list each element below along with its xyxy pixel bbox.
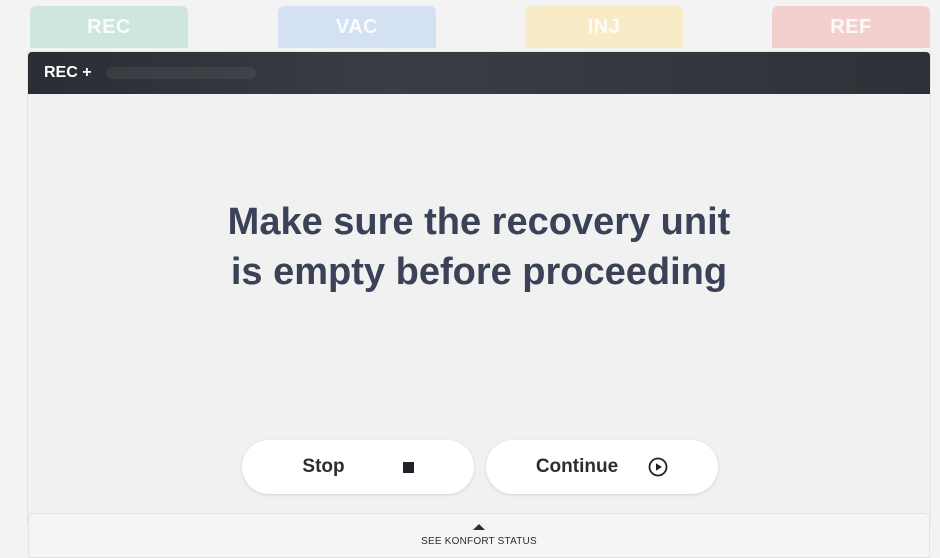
- instruction-message: Make sure the recovery unit is empty bef…: [28, 197, 930, 297]
- play-circle-icon: [648, 457, 668, 477]
- main-panel: REC + Make sure the recovery unit is emp…: [28, 52, 930, 522]
- stop-button[interactable]: Stop: [242, 440, 474, 494]
- message-line-2: is empty before proceeding: [230, 251, 728, 293]
- caret-up-icon: [473, 524, 485, 530]
- tab-rec[interactable]: REC: [30, 6, 188, 48]
- status-bar-label: SEE KONFORT STATUS: [421, 536, 537, 547]
- panel-header: REC +: [28, 52, 930, 94]
- tab-vac[interactable]: VAC: [278, 6, 436, 48]
- tab-inj[interactable]: INJ: [525, 6, 683, 48]
- mode-tabs: REC VAC INJ REF: [0, 0, 940, 50]
- stop-button-label: Stop: [302, 456, 345, 477]
- stop-icon: [402, 461, 414, 473]
- konfort-status-bar[interactable]: SEE KONFORT STATUS: [28, 513, 930, 558]
- continue-button[interactable]: Continue: [486, 440, 718, 494]
- message-line-1: Make sure the recovery unit: [227, 201, 731, 243]
- header-subtitle-placeholder: [105, 67, 256, 79]
- continue-button-label: Continue: [535, 456, 619, 477]
- panel-title: REC +: [44, 64, 92, 81]
- tab-ref[interactable]: REF: [772, 6, 930, 48]
